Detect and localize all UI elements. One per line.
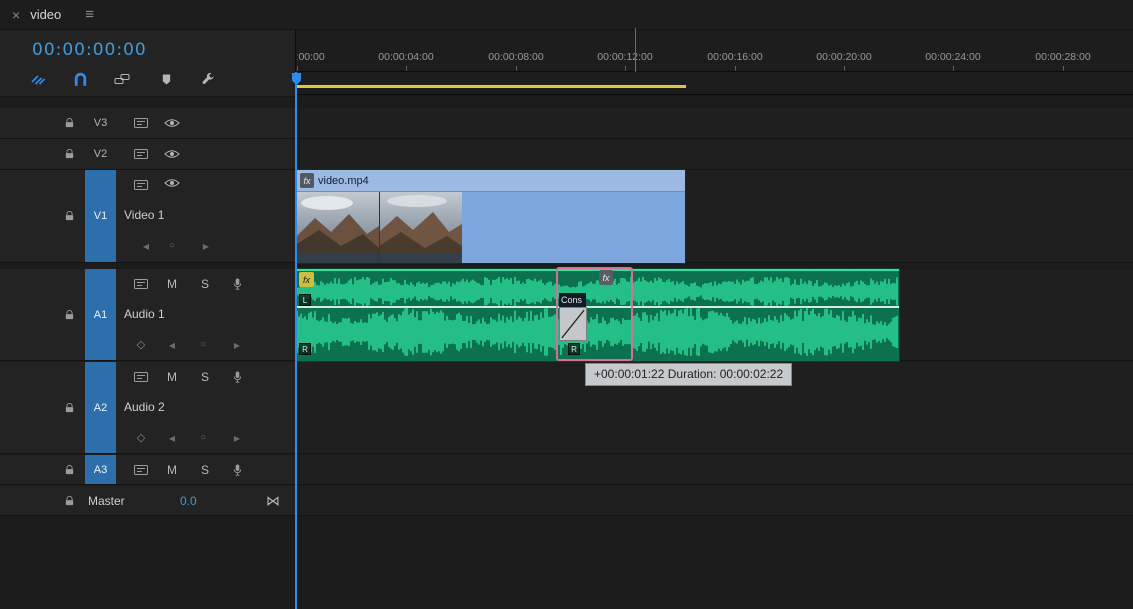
voiceover-mic-icon[interactable] xyxy=(227,277,247,291)
pan-icon[interactable]: ⋈ xyxy=(266,492,280,509)
audio-transition[interactable]: Cons xyxy=(556,267,633,361)
track-header-a1: A1 M S Audio 1 ◇ ◀ ○ ▶ xyxy=(0,269,295,361)
track-header-v1: V1 Video 1 ◀ ○ ▶ xyxy=(0,170,295,263)
ruler-label: 00:00:08:00 xyxy=(488,51,543,63)
keyframe-controls: ◇ ◀ ○ ▶ xyxy=(0,430,295,448)
track-target-a3[interactable]: A3 xyxy=(85,455,116,484)
lock-icon[interactable] xyxy=(62,148,76,160)
track-target-v2[interactable]: V2 xyxy=(85,139,116,169)
sync-lock-icon[interactable] xyxy=(131,463,151,477)
solo-button[interactable]: S xyxy=(195,370,215,384)
playhead-line[interactable] xyxy=(295,72,297,609)
lock-icon[interactable] xyxy=(62,309,76,321)
snap-icon[interactable] xyxy=(71,70,89,88)
nest-toggle-icon[interactable] xyxy=(29,70,47,88)
video-clip-name: video.mp4 xyxy=(318,175,369,187)
sync-lock-icon[interactable] xyxy=(131,370,151,384)
prev-keyframe-icon[interactable]: ◀ xyxy=(136,242,156,251)
timeline-toolbar xyxy=(0,68,296,92)
track-header-a2: A2 M S Audio 2 ◇ ◀ ○ ▶ xyxy=(0,362,295,454)
master-level-value[interactable]: 0.0 xyxy=(180,494,197,508)
track-header-panel: 00:00:00:00 V3 xyxy=(0,30,296,609)
add-remove-keyframe-icon[interactable]: ○ xyxy=(162,240,182,251)
video-clip-body[interactable] xyxy=(297,192,685,263)
track-output-eye-icon[interactable] xyxy=(162,118,182,128)
edit-point-marker-line xyxy=(635,28,636,72)
voiceover-mic-icon[interactable] xyxy=(227,370,247,384)
next-keyframe-icon[interactable]: ▶ xyxy=(196,242,216,251)
sync-lock-icon[interactable] xyxy=(131,116,151,130)
timeline-panel: × video ≡ 00:00:00:00 xyxy=(0,0,1133,609)
ruler-label: 00:00:16:00 xyxy=(707,51,762,63)
track-header-a3: A3 M S xyxy=(0,455,295,485)
panel-tab-title[interactable]: video xyxy=(30,7,61,22)
master-track-label: Master xyxy=(88,494,125,508)
track-lane-v3[interactable] xyxy=(297,108,1133,139)
track-lane-master[interactable] xyxy=(297,486,1133,516)
keyframe-controls: ◀ ○ ▶ xyxy=(0,238,295,256)
track-output-eye-icon[interactable] xyxy=(162,149,182,159)
close-panel-icon[interactable]: × xyxy=(12,8,20,22)
channel-right-badge: R xyxy=(299,343,311,355)
ruler-label: 00:00:00:00 xyxy=(297,51,325,63)
mute-button[interactable]: M xyxy=(162,277,182,291)
fx-badge: fx xyxy=(299,272,314,287)
lock-icon[interactable] xyxy=(62,117,76,129)
linked-selection-icon[interactable] xyxy=(113,70,131,88)
time-ruler[interactable]: 00:00:00:00 00:00:04:00 00:00:08:00 00:0… xyxy=(297,30,1133,72)
mute-button[interactable]: M xyxy=(162,463,182,477)
sync-lock-icon[interactable] xyxy=(131,178,151,192)
track-target-v3[interactable]: V3 xyxy=(85,108,116,138)
next-keyframe-icon[interactable]: ▶ xyxy=(227,434,247,443)
ruler-label: 00:00:24:00 xyxy=(925,51,980,63)
track-name: Video 1 xyxy=(124,208,164,222)
sync-lock-icon[interactable] xyxy=(131,277,151,291)
track-lane-v2[interactable] xyxy=(297,139,1133,170)
video-clip[interactable]: fx video.mp4 xyxy=(297,170,685,263)
trim-tooltip: +00:00:01:22 Duration: 00:00:02:22 xyxy=(585,363,792,386)
add-remove-keyframe-icon[interactable]: ○ xyxy=(193,339,213,350)
playhead-timecode[interactable]: 00:00:00:00 xyxy=(32,40,147,60)
panel-menu-icon[interactable]: ≡ xyxy=(85,6,94,23)
mute-button[interactable]: M xyxy=(162,370,182,384)
lock-icon[interactable] xyxy=(62,210,76,222)
solo-button[interactable]: S xyxy=(195,463,215,477)
work-area-bar[interactable] xyxy=(297,72,1133,95)
add-marker-icon[interactable] xyxy=(157,70,175,88)
keyframe-type-icon[interactable]: ◇ xyxy=(131,338,151,351)
keyframe-type-icon[interactable]: ◇ xyxy=(131,431,151,444)
video-clip-thumbnails xyxy=(297,192,462,263)
ruler-label: 00:00:04:00 xyxy=(378,51,433,63)
add-remove-keyframe-icon[interactable]: ○ xyxy=(193,432,213,443)
ruler-label: 00:00:12:00 xyxy=(597,51,652,63)
panel-tab-bar: × video ≡ xyxy=(0,0,1133,30)
ruler-label: 00:00:28:00 xyxy=(1035,51,1090,63)
lock-icon[interactable] xyxy=(62,402,76,414)
track-name: Audio 2 xyxy=(124,400,165,414)
channel-left-badge: L xyxy=(299,294,311,306)
keyframe-controls: ◇ ◀ ○ ▶ xyxy=(0,337,295,355)
track-lane-a3[interactable] xyxy=(297,455,1133,485)
track-name: Audio 1 xyxy=(124,307,165,321)
ruler-label: 00:00:20:00 xyxy=(816,51,871,63)
next-keyframe-icon[interactable]: ▶ xyxy=(227,341,247,350)
track-header-v2: V2 xyxy=(0,139,295,170)
timeline-settings-icon[interactable] xyxy=(199,70,217,88)
voiceover-mic-icon[interactable] xyxy=(227,463,247,477)
lock-icon[interactable] xyxy=(62,495,76,507)
render-bar xyxy=(297,85,686,88)
timeline-content: 00:00:00:00 00:00:04:00 00:00:08:00 00:0… xyxy=(297,30,1133,609)
track-header-v3: V3 xyxy=(0,108,295,139)
prev-keyframe-icon[interactable]: ◀ xyxy=(162,341,182,350)
transition-name: Cons xyxy=(559,293,586,307)
crossfade-icon[interactable] xyxy=(559,307,587,341)
fx-badge: fx xyxy=(300,173,314,188)
sync-lock-icon[interactable] xyxy=(131,147,151,161)
solo-button[interactable]: S xyxy=(195,277,215,291)
video-clip-title-bar[interactable]: fx video.mp4 xyxy=(297,170,685,192)
prev-keyframe-icon[interactable]: ◀ xyxy=(162,434,182,443)
track-header-master: Master 0.0 ⋈ xyxy=(0,486,295,516)
lock-icon[interactable] xyxy=(62,464,76,476)
track-output-eye-icon[interactable] xyxy=(162,178,182,188)
